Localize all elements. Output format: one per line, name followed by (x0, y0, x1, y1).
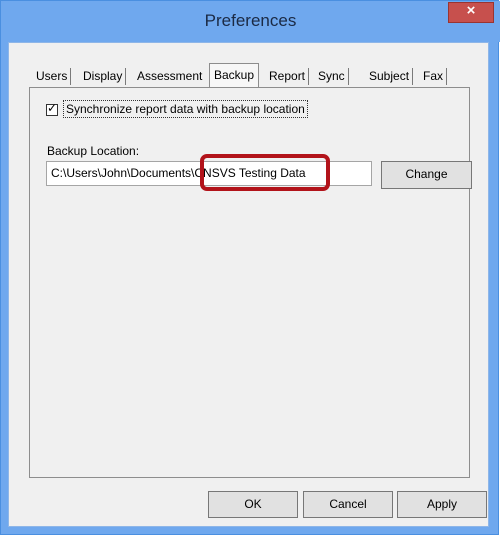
tab-fax[interactable]: Fax (423, 66, 448, 87)
change-button[interactable]: Change (381, 161, 472, 189)
tab-subject[interactable]: Subject (369, 66, 414, 87)
ok-button[interactable]: OK (208, 491, 298, 518)
sync-checkbox-label[interactable]: Synchronize report data with backup loca… (63, 100, 308, 118)
highlight-annotation (200, 154, 330, 191)
sync-checkbox[interactable]: ✓ (46, 101, 58, 116)
title-bar[interactable]: Preferences × (1, 1, 500, 42)
tab-display[interactable]: Display (83, 66, 127, 87)
backup-location-label: Backup Location: (47, 144, 140, 158)
checkmark-icon: ✓ (47, 101, 58, 115)
tab-users[interactable]: Users (36, 66, 72, 87)
tab-assessment[interactable]: Assessment (137, 66, 202, 87)
tab-sync[interactable]: Sync (318, 66, 349, 87)
close-button[interactable]: × (448, 2, 494, 23)
tab-backup[interactable]: Backup (209, 63, 260, 87)
tab-report[interactable]: Report (269, 66, 310, 87)
cancel-button[interactable]: Cancel (303, 491, 393, 518)
apply-button[interactable]: Apply (397, 491, 487, 518)
close-icon: × (466, 2, 476, 19)
window-title: Preferences (204, 11, 297, 30)
